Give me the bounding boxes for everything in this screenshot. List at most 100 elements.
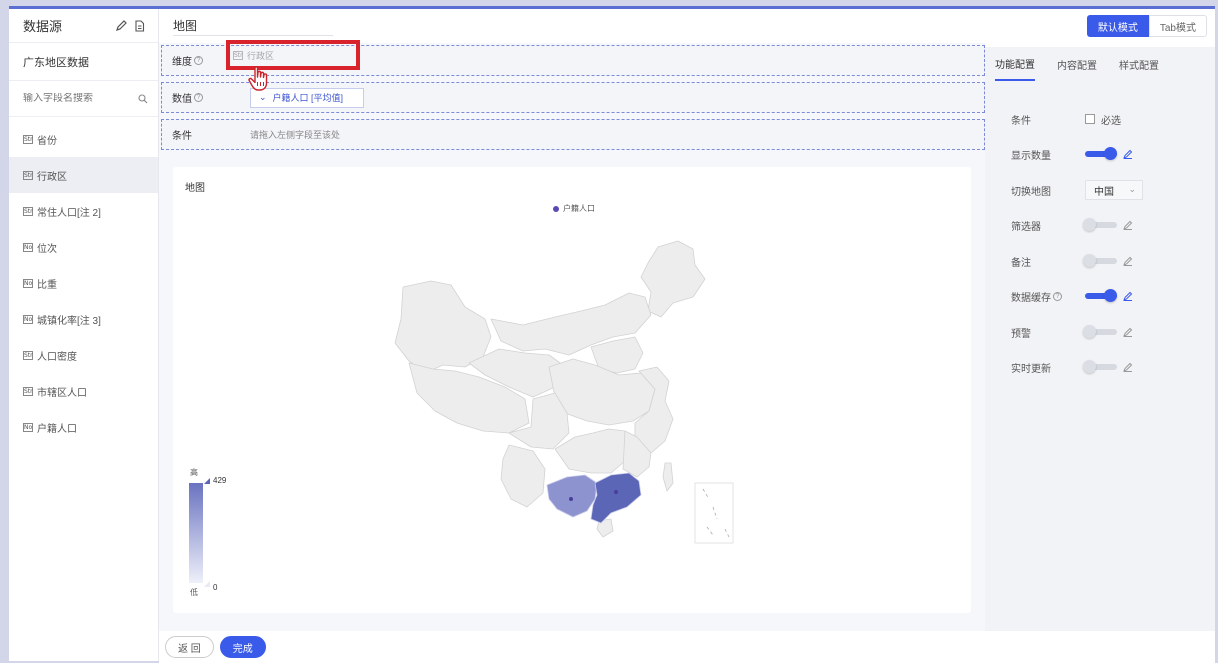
legend-marker (553, 205, 559, 212)
config-body: 功能配置 内容配置 样式配置 条件 必选 显示数量 切换地图 中国⌄ 筛选器 (985, 47, 1215, 635)
string-type-icon: Str (23, 134, 33, 144)
chevron-down-icon: ⌄ (1128, 184, 1136, 194)
hand-cursor-icon (248, 66, 268, 91)
done-button[interactable]: 完成 (219, 636, 266, 658)
datasource-header: 数据源 (9, 9, 158, 43)
visualmap-min-handle[interactable] (204, 581, 210, 587)
chevron-down-icon[interactable]: ⌄ (259, 92, 267, 103)
field-search[interactable] (9, 81, 158, 117)
edit-icon[interactable] (112, 17, 130, 35)
cache-toggle[interactable] (1085, 289, 1117, 302)
edit-icon[interactable] (1123, 327, 1133, 337)
visual-map-scale[interactable]: 高 429 0 低 (187, 465, 227, 597)
datasource-panel: 数据源 广东地区数据 Str省份 Str行政区 Str常住人口[注 2] No位… (9, 9, 159, 661)
map-point-guangdong (614, 490, 618, 494)
field-list: Str 省份 Str 行政区 Str 常住人口[注 2] No 位次 No 比重 No 城镇… (9, 117, 158, 445)
tab-mode-button[interactable]: Tab模式 (1148, 15, 1207, 37)
china-map[interactable] (373, 237, 753, 567)
document-icon[interactable] (130, 17, 148, 35)
visualmap-min-value: 0 (213, 583, 218, 592)
number-type-icon: No (23, 314, 33, 324)
datasource-title: 数据源 (23, 19, 63, 34)
chart-name-input[interactable] (173, 16, 333, 36)
config-row-condition: 条件 必选 (1011, 114, 1121, 127)
show-count-toggle[interactable] (1085, 147, 1117, 160)
config-row-filter: 筛选器 (985, 215, 1215, 235)
number-type-icon: No (23, 278, 33, 288)
datasource-name[interactable]: 广东地区数据 (9, 43, 158, 81)
mode-switch: 默认模式 Tab模式 (985, 9, 1215, 43)
edit-icon[interactable] (1123, 149, 1133, 159)
number-type-icon: No (23, 242, 33, 252)
tab-function-config[interactable]: 功能配置 (995, 47, 1035, 81)
visualmap-max-value: 429 (213, 476, 227, 485)
config-row-realtime: 实时更新 (985, 357, 1215, 377)
visualmap-max-handle[interactable] (204, 478, 210, 484)
map-region-guangdong (590, 472, 642, 524)
config-row-switch-map: 切换地图 中国 ⌄ (985, 180, 1215, 200)
chart-name-bar (159, 9, 985, 43)
map-region-taiwan (662, 462, 674, 492)
dimension-label: 维度 (172, 57, 192, 68)
edit-icon[interactable] (1123, 256, 1133, 266)
chart-legend[interactable]: 户籍人口 (553, 203, 595, 214)
value-slot[interactable]: 数值? ⌄ 户籍人口 [平均值] (161, 82, 985, 113)
string-type-icon: Str (23, 350, 33, 360)
field-item[interactable]: Str 行政区 (9, 157, 158, 193)
visualmap-high-label: 高 (190, 468, 198, 477)
map-region-guangxi (546, 474, 598, 518)
edit-icon[interactable] (1123, 291, 1133, 301)
field-item[interactable]: Str 人口密度 (9, 337, 158, 373)
help-icon[interactable]: ? (194, 56, 203, 65)
realtime-toggle[interactable] (1083, 360, 1117, 373)
map-point-guangxi (569, 497, 573, 501)
edit-icon[interactable] (1123, 220, 1133, 230)
south-china-sea-inset (694, 482, 734, 544)
condition-label: 条件 (172, 131, 192, 142)
search-icon[interactable] (138, 93, 148, 104)
chart-editor: 维度? Str行政区 数值? ⌄ 户籍人口 [平均值] 条件 请拖入左侧字段至该… (159, 9, 985, 661)
required-checkbox[interactable] (1085, 114, 1095, 124)
help-icon[interactable]: ? (1053, 291, 1062, 301)
note-toggle[interactable] (1083, 254, 1117, 267)
chart-card-title: 地图 (185, 183, 205, 194)
field-item[interactable]: Str 常住人口[注 2] (9, 193, 158, 229)
config-row-alert: 预警 (985, 322, 1215, 342)
string-type-icon: Str (23, 386, 33, 396)
config-row-cache: 数据缓存? (985, 286, 1215, 306)
value-label: 数值 (172, 94, 192, 105)
default-mode-button[interactable]: 默认模式 (1086, 15, 1149, 37)
tab-content-config[interactable]: 内容配置 (1057, 47, 1097, 81)
config-panel: 默认模式 Tab模式 功能配置 内容配置 样式配置 条件 必选 显示数量 切换地… (985, 9, 1215, 661)
config-tabs: 功能配置 内容配置 样式配置 (985, 47, 1215, 81)
legend-label: 户籍人口 (563, 204, 595, 213)
config-row-show-count: 显示数量 (985, 144, 1215, 164)
alert-toggle[interactable] (1083, 325, 1117, 338)
footer-actions: 返 回 完成 (159, 631, 1215, 663)
back-button[interactable]: 返 回 (165, 636, 214, 658)
field-item[interactable]: Str 省份 (9, 121, 158, 157)
help-icon[interactable]: ? (194, 93, 203, 102)
config-row-note: 备注 (985, 251, 1215, 271)
condition-slot[interactable]: 条件 请拖入左侧字段至该处 (161, 119, 985, 150)
field-item[interactable]: No 位次 (9, 229, 158, 265)
map-region-yunnan (500, 444, 546, 508)
visualmap-low-label: 低 (190, 588, 198, 597)
field-item[interactable]: No 户籍人口 (9, 409, 158, 445)
field-item[interactable]: No 比重 (9, 265, 158, 301)
condition-hint: 请拖入左侧字段至该处 (250, 130, 341, 140)
number-type-icon: No (23, 422, 33, 432)
filter-toggle[interactable] (1083, 218, 1117, 231)
field-item[interactable]: No 城镇化率[注 3] (9, 301, 158, 337)
string-type-icon: Str (23, 170, 33, 180)
tab-style-config[interactable]: 样式配置 (1119, 47, 1159, 81)
dimension-slot[interactable]: 维度? Str 行政区 (161, 40, 985, 91)
visualmap-gradient (189, 483, 203, 583)
chart-preview-card: 地图 户籍人口 高 429 0 低 (173, 167, 971, 613)
app-window: 数据源 广东地区数据 Str省份 Str行政区 Str常住人口[注 2] No位… (9, 6, 1215, 663)
map-select[interactable]: 中国 ⌄ (1085, 180, 1143, 200)
edit-icon[interactable] (1123, 362, 1133, 372)
field-item[interactable]: Str 市辖区人口 (9, 373, 158, 409)
string-type-icon: Str (23, 206, 33, 216)
field-search-input[interactable] (23, 93, 138, 104)
